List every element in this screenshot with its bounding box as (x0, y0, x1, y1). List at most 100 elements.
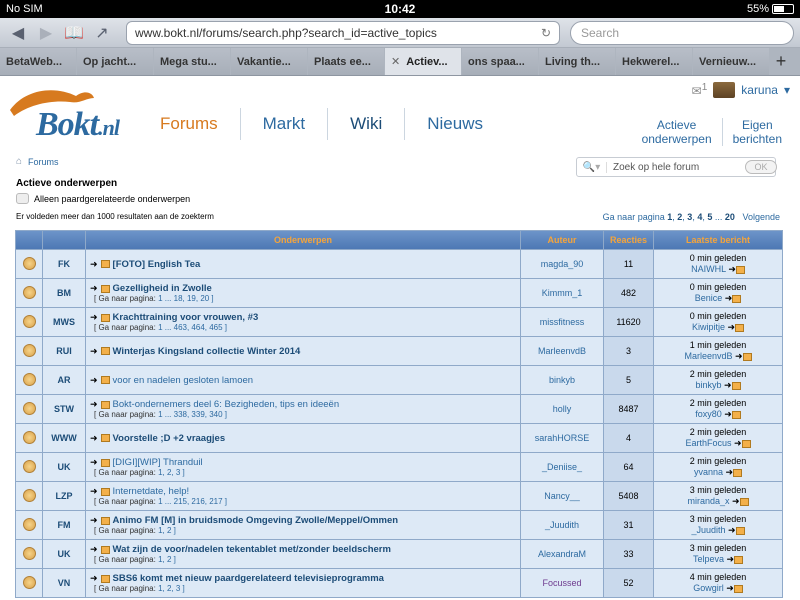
topic-title-link[interactable]: Voorstelle ;D +2 vraagjes (113, 433, 226, 444)
forum-search-button[interactable]: OK (745, 160, 777, 174)
goto-new-icon[interactable]: ➜ (90, 399, 98, 410)
new-post-icon[interactable] (100, 260, 110, 268)
goto-new-icon[interactable]: ➜ (90, 283, 98, 294)
header-topics[interactable]: Onderwerpen (86, 231, 520, 249)
reload-icon[interactable]: ↻ (541, 26, 551, 40)
new-post-icon[interactable] (100, 434, 110, 442)
close-tab-icon[interactable]: ✕ (391, 55, 400, 68)
topic-author[interactable]: MarleenvdB (521, 337, 603, 365)
last-post-icon[interactable] (735, 265, 745, 274)
last-post-user[interactable]: EarthFocus (685, 438, 731, 448)
last-post-icon[interactable] (741, 439, 751, 448)
page-link-5[interactable]: 5 (707, 212, 712, 222)
last-post-user[interactable]: Telpeva (693, 554, 724, 564)
goto-last-post-icon[interactable]: ➜ (724, 380, 732, 390)
last-post-icon[interactable] (731, 381, 741, 390)
new-tab-icon[interactable]: + (770, 48, 792, 75)
page-link-2[interactable]: 2 (677, 212, 682, 222)
last-post-icon[interactable] (733, 468, 743, 477)
breadcrumb-forums[interactable]: Forums (28, 157, 59, 167)
goto-last-post-icon[interactable]: ➜ (728, 525, 736, 535)
topic-title-link[interactable]: Internetdate, help! (113, 486, 190, 497)
last-post-icon[interactable] (739, 497, 749, 506)
forum-tag[interactable]: WWW (43, 424, 85, 452)
browser-tab[interactable]: Vakantie... (231, 48, 307, 75)
topic-title-link[interactable]: SBS6 komt met nieuw paardgerelateerd tel… (113, 573, 384, 584)
topic-author[interactable]: missfitness (521, 308, 603, 336)
forum-tag[interactable]: BM (43, 279, 85, 307)
chevron-down-icon[interactable]: ▾ (784, 83, 790, 97)
new-post-icon[interactable] (100, 487, 110, 496)
topic-author[interactable]: Focussed (521, 569, 603, 597)
goto-new-icon[interactable]: ➜ (90, 259, 98, 270)
active-topics-link[interactable]: Actieve onderwerpen (632, 118, 722, 146)
nav-nieuws[interactable]: Nieuws (404, 108, 505, 140)
topic-title-link[interactable]: Animo FM [M] in bruidsmode Omgeving Zwol… (113, 515, 399, 526)
topic-title-link[interactable]: [FOTO] English Tea (113, 259, 201, 270)
back-icon[interactable]: ◀ (6, 21, 30, 45)
goto-last-post-icon[interactable]: ➜ (727, 554, 735, 564)
topic-author[interactable]: _Deniise_ (521, 453, 603, 481)
forum-tag[interactable]: LZP (43, 482, 85, 510)
forum-tag[interactable]: FK (43, 250, 85, 278)
last-post-icon[interactable] (742, 352, 752, 361)
browser-search-input[interactable]: Search (570, 20, 794, 45)
goto-new-icon[interactable]: ➜ (90, 375, 98, 386)
page-link-last[interactable]: 20 (725, 212, 735, 222)
last-post-icon[interactable] (734, 555, 744, 564)
new-post-icon[interactable] (100, 516, 110, 525)
goto-new-icon[interactable]: ➜ (90, 515, 98, 526)
bookmarks-icon[interactable]: 📖 (62, 21, 86, 45)
browser-tab[interactable]: BetaWeb... (0, 48, 76, 75)
forward-icon[interactable]: ▶ (34, 21, 58, 45)
new-post-icon[interactable] (100, 574, 110, 583)
goto-last-post-icon[interactable]: ➜ (724, 409, 732, 419)
next-page-link[interactable]: Volgende (742, 212, 780, 222)
topic-title-link[interactable]: Gezelligheid in Zwolle (113, 283, 212, 294)
forum-tag[interactable]: MWS (43, 308, 85, 336)
topic-author[interactable]: binkyb (521, 366, 603, 394)
browser-tab[interactable]: Hekwerel... (616, 48, 692, 75)
new-post-icon[interactable] (100, 347, 110, 355)
last-post-user[interactable]: Kiwipitje (692, 322, 725, 332)
last-post-icon[interactable] (733, 584, 743, 593)
forum-tag[interactable]: RUI (43, 337, 85, 365)
forum-tag[interactable]: AR (43, 366, 85, 394)
topic-title-link[interactable]: Krachttraining voor vrouwen, #3 (113, 312, 259, 323)
goto-last-post-icon[interactable]: ➜ (726, 467, 734, 477)
share-icon[interactable]: ↗ (90, 21, 114, 45)
topic-title-link[interactable]: Bokt-ondernemers deel 6: Bezigheden, tip… (113, 399, 340, 410)
goto-last-post-icon[interactable]: ➜ (726, 583, 734, 593)
topic-author[interactable]: _Juudith (521, 511, 603, 539)
forum-tag[interactable]: STW (43, 395, 85, 423)
topic-author[interactable]: Nancy__ (521, 482, 603, 510)
last-post-user[interactable]: Gowgirl (693, 583, 724, 593)
home-icon[interactable]: ⌂ (16, 156, 22, 167)
new-post-icon[interactable] (100, 313, 110, 322)
topic-author[interactable]: sarahHORSE (521, 424, 603, 452)
goto-new-icon[interactable]: ➜ (90, 346, 98, 357)
goto-new-icon[interactable]: ➜ (90, 544, 98, 555)
horse-filter-checkbox[interactable] (16, 193, 29, 204)
forum-tag[interactable]: UK (43, 540, 85, 568)
new-post-icon[interactable] (100, 458, 110, 467)
last-post-icon[interactable] (735, 526, 745, 535)
forum-tag[interactable]: VN (43, 569, 85, 597)
nav-forums[interactable]: Forums (150, 108, 240, 140)
forum-tag[interactable]: UK (43, 453, 85, 481)
last-post-user[interactable]: NAIWHL (691, 264, 726, 274)
goto-last-post-icon[interactable]: ➜ (725, 293, 733, 303)
avatar[interactable] (713, 82, 736, 98)
topic-title-link[interactable]: [DIGI][WIP] Thranduil (113, 457, 203, 468)
topic-author[interactable]: AlexandraM (521, 540, 603, 568)
goto-last-post-icon[interactable]: ➜ (732, 496, 740, 506)
browser-tab[interactable]: ons spaa... (462, 48, 538, 75)
topic-title-link[interactable]: voor en nadelen gesloten lamoen (113, 375, 254, 386)
browser-tab[interactable]: ✕ Actiev... (385, 48, 461, 75)
goto-new-icon[interactable]: ➜ (90, 486, 98, 497)
own-posts-link[interactable]: Eigen berichten (721, 118, 792, 146)
address-bar[interactable]: www.bokt.nl/forums/search.php?search_id=… (126, 20, 560, 45)
browser-tab[interactable]: Mega stu... (154, 48, 230, 75)
browser-tab[interactable]: Op jacht... (77, 48, 153, 75)
page-link-3[interactable]: 3 (687, 212, 692, 222)
